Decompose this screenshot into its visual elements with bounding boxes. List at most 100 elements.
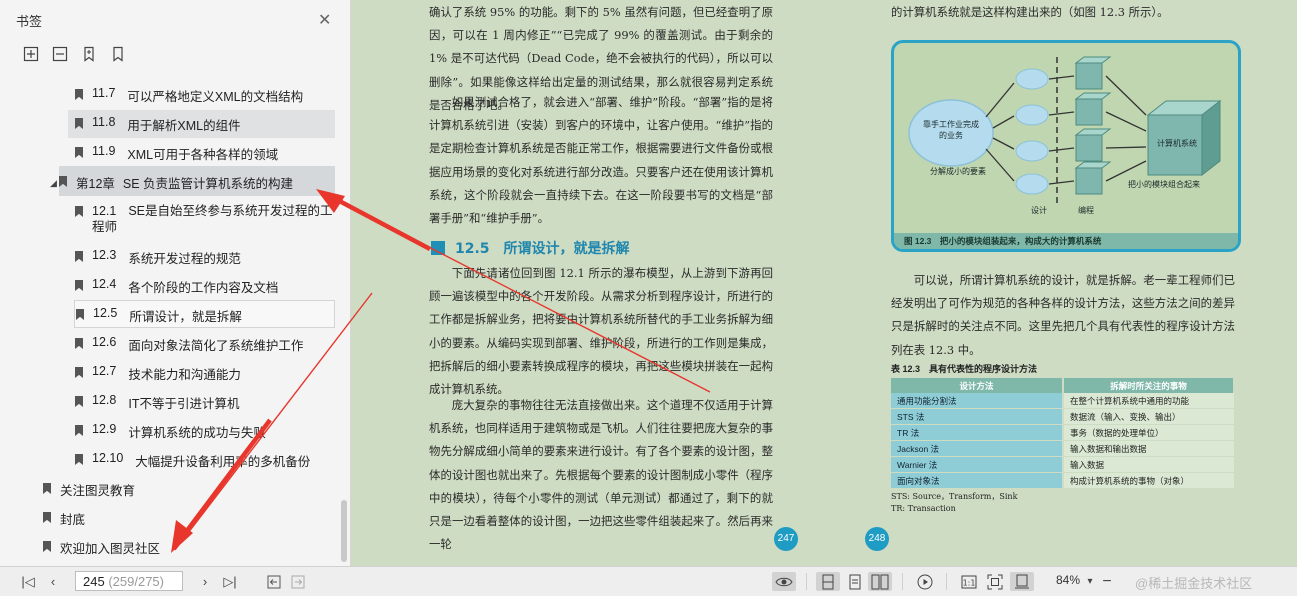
bookmark-item-11-8[interactable]: 11.8 用于解析XML的组件: [68, 110, 335, 138]
table-header-cell: 拆解时所关注的事物: [1063, 378, 1235, 393]
svg-text:1:1: 1:1: [963, 578, 976, 587]
table-cell: 在整个计算机系统中通用的功能: [1063, 393, 1234, 409]
expand-all-icon[interactable]: [22, 45, 40, 63]
bookmark-item-chapter-12[interactable]: 第12章 SE 负责监管计算机系统的构建: [59, 166, 335, 196]
page-number-right: 248: [865, 527, 889, 551]
bookmark-flag-icon: [75, 425, 83, 436]
table-header-row: 设计方法 拆解时所关注的事物: [891, 378, 1235, 393]
table-cell: Jackson 法: [891, 440, 1064, 457]
fit-page-icon[interactable]: [984, 572, 1006, 591]
continuous-view-icon[interactable]: [816, 572, 840, 591]
bookmark-sidebar: 书签 ✕ ◢ 11.7 可以严格地定义XML的文档结构 11.8 用于解析XML…: [0, 0, 351, 566]
bookmark-item-12-7[interactable]: 12.7 技术能力和沟通能力: [75, 364, 337, 386]
table-cell: STS 法: [891, 408, 1064, 425]
bookmark-item-12-10[interactable]: 12.10 大幅提升设备利用率的多机备份: [75, 451, 337, 473]
bookmark-icon[interactable]: [109, 45, 127, 63]
table-caption: 表 12.3 具有代表性的程序设计方法: [891, 364, 1038, 374]
single-page-icon[interactable]: [844, 572, 866, 591]
table-cell: 输入数据和输出数据: [1063, 440, 1234, 457]
table-cell: 面向对象法: [891, 472, 1064, 489]
figure-12-3: 靠手工作业完成的业务 计算机系统 分解成小的要素 把小的模块组合起来 设计 编程…: [891, 40, 1241, 252]
prev-page-icon[interactable]: ‹: [46, 572, 60, 591]
first-page-icon[interactable]: |◁: [20, 572, 36, 591]
table-header-cell: 设计方法: [891, 378, 1064, 393]
bookmark-toolbar: [22, 45, 127, 63]
bookmark-item-12-3[interactable]: 12.3 系统开发过程的规范: [75, 248, 337, 270]
bookmark-flag-icon: [43, 541, 51, 552]
two-page-icon[interactable]: [868, 572, 892, 591]
table-cell: 事务（数据的处理单位）: [1063, 424, 1234, 441]
eye-protection-icon[interactable]: [772, 572, 796, 591]
close-icon[interactable]: ✕: [318, 10, 331, 30]
paragraph: 的计算机系统就是这样构建出来的（如图 12.3 所示）。: [891, 5, 1169, 19]
actual-size-icon[interactable]: 1:1: [958, 572, 980, 591]
play-icon[interactable]: [914, 572, 936, 591]
figure-label-assemble: 把小的模块组合起来: [1128, 180, 1200, 189]
bookmark-flag-icon: [75, 206, 83, 217]
bookmark-item-back-cover[interactable]: 封底: [43, 509, 323, 531]
bookmark-flag-icon: [43, 483, 51, 494]
paragraph: 如果测试合格了，就会进入“部署、维护”阶段。“部署”指的是将计算机系统引进（安装…: [429, 95, 773, 226]
back-icon[interactable]: [266, 572, 282, 591]
bookmark-item-12-6[interactable]: 12.6 面向对象法简化了系统维护工作: [75, 335, 337, 357]
table-cell: 通用功能分割法: [891, 393, 1064, 409]
bookmark-item-12-8[interactable]: 12.8 IT不等于引进计算机: [75, 393, 337, 415]
bookmark-item-12-9[interactable]: 12.9 计算机系统的成功与失败: [75, 422, 337, 444]
table-row: Warnier 法输入数据: [891, 456, 1234, 473]
table-cell: 输入数据: [1063, 456, 1234, 473]
paragraph: 下面先请诸位回到图 12.1 所示的瀑布模型，从上游到下游再回顾一遍该模型中的各…: [429, 266, 773, 397]
figure-label-coding: 编程: [1078, 206, 1094, 215]
forward-icon[interactable]: [290, 572, 306, 591]
table-row: STS 法数据流（输入、变换、输出）: [891, 408, 1234, 425]
zoom-level[interactable]: 84%: [1056, 573, 1080, 587]
watermark: @稀土掘金技术社区: [1135, 576, 1253, 591]
table-cell: TR 法: [891, 424, 1064, 441]
sidebar-scrollbar[interactable]: [341, 500, 347, 562]
bookmark-flag-icon: [43, 512, 51, 523]
table-cell: Warnier 法: [891, 456, 1064, 473]
table-notes: STS: Source，Transform，Sink TR: Transacti…: [891, 491, 1017, 515]
bookmark-flag-icon: [75, 396, 83, 407]
page-number-input[interactable]: 245 (259/275): [75, 571, 183, 591]
design-methods-table: 设计方法 拆解时所关注的事物 通用功能分割法 在整个计算机系统中通用的功能 STS…: [891, 378, 1235, 489]
page-number-left: 247: [774, 527, 798, 551]
bookmark-flag-icon: [75, 338, 83, 349]
bookmark-item-12-4[interactable]: 12.4 各个阶段的工作内容及文档: [75, 277, 337, 299]
sidebar-title: 书签: [16, 14, 43, 29]
table-row: 通用功能分割法 在整个计算机系统中通用的功能: [891, 393, 1234, 409]
section-marker-icon: [431, 241, 445, 255]
bookmark-flag-icon: [75, 280, 83, 291]
table-row: Jackson 法输入数据和输出数据: [891, 440, 1234, 457]
bookmark-flag-icon: [75, 454, 83, 465]
toolbar-divider: [806, 573, 807, 590]
table-row: TR 法事务（数据的处理单位）: [891, 424, 1234, 441]
table-note: STS: Source，Transform，Sink: [891, 492, 1018, 501]
zoom-dropdown-icon[interactable]: ▾: [1084, 572, 1096, 591]
next-page-icon[interactable]: ›: [198, 572, 212, 591]
table-cell: 构成计算机系统的事物（对象）: [1063, 472, 1234, 489]
collapse-all-icon[interactable]: [51, 45, 69, 63]
table-note: TR: Transaction: [891, 504, 956, 513]
bookmark-item-join-community[interactable]: 欢迎加入图灵社区: [43, 538, 323, 560]
bookmark-flag-icon: [75, 251, 83, 262]
figure-label-computer-system: 计算机系统: [1157, 139, 1197, 148]
bookmark-flag-icon: [75, 147, 83, 158]
last-page-icon[interactable]: ▷|: [222, 572, 238, 591]
bookmark-flag-icon: [59, 176, 67, 187]
status-toolbar: |◁ ‹ 245 (259/275) › ▷| 1:1 84% ▾ − @稀土掘…: [0, 566, 1297, 596]
table-cell: 数据流（输入、变换、输出）: [1063, 408, 1234, 425]
document-view: 确认了系统 95% 的功能。剩下的 5% 虽然有问题，但已经查明了原因，可以在 …: [351, 0, 1297, 566]
fit-width-icon[interactable]: [1010, 572, 1034, 591]
collapse-triangle-icon[interactable]: ◢: [50, 178, 57, 189]
bookmark-item-12-5[interactable]: 12.5 所谓设计，就是拆解: [74, 300, 335, 328]
figure-label-decompose: 分解成小的要素: [930, 167, 986, 176]
table-row: 面向对象法 构成计算机系统的事物（对象）: [891, 472, 1234, 489]
add-bookmark-icon[interactable]: [80, 45, 98, 63]
bookmark-item-12-1-wrap[interactable]: 程师: [92, 219, 292, 235]
bookmark-item-follow-turing[interactable]: 关注图灵教育: [43, 480, 323, 502]
bookmark-item-11-9[interactable]: 11.9 XML可用于各种各样的领域: [75, 144, 337, 166]
zoom-out-icon[interactable]: −: [1100, 572, 1114, 591]
toolbar-divider: [946, 573, 947, 590]
paragraph: 可以说，所谓计算机系统的设计，就是拆解。老一辈工程师们已经发明出了可作为规范的各…: [891, 273, 1235, 357]
bookmark-item-11-7[interactable]: 11.7 可以严格地定义XML的文档结构: [75, 86, 337, 108]
